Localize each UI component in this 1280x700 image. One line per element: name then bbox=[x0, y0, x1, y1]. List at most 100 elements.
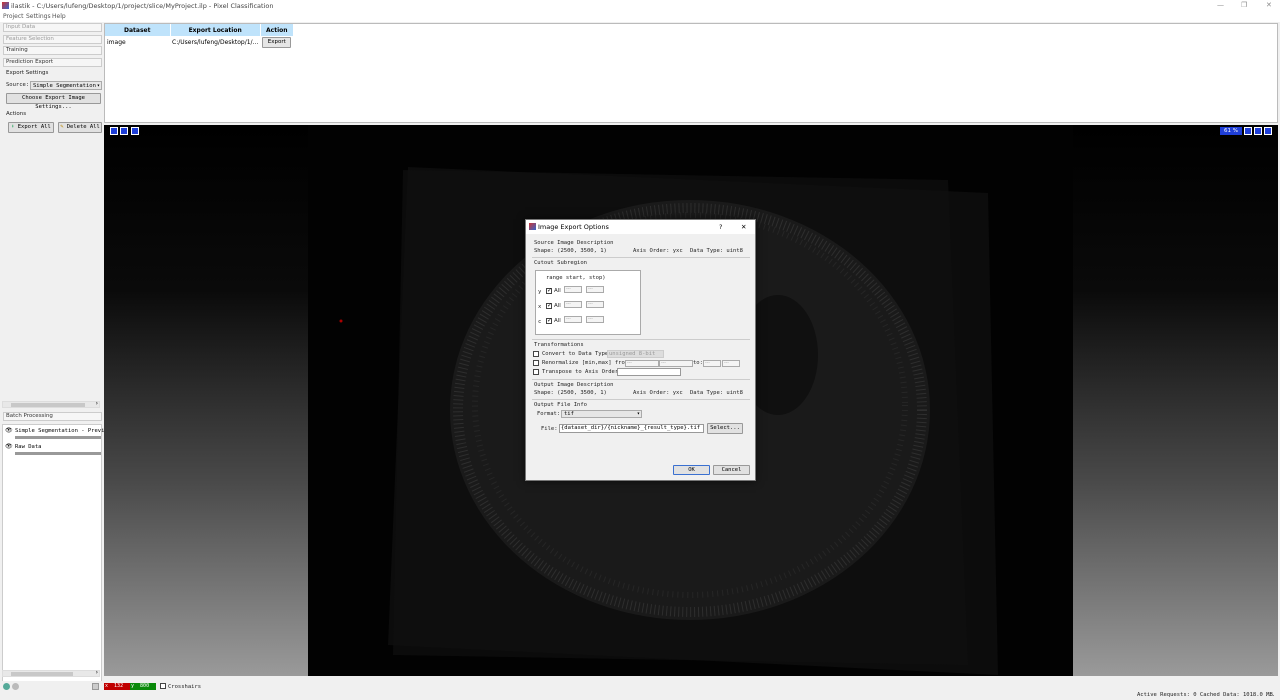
transpose-input[interactable] bbox=[617, 368, 681, 376]
export-all-button[interactable]: ⬇ Export All bbox=[8, 122, 54, 133]
active-requests-text: Active Requests: 0 Cached Data: 1018.0 M… bbox=[1137, 692, 1273, 698]
menu-bar: Project Settings Help bbox=[0, 12, 1280, 22]
all-checkbox-x[interactable] bbox=[546, 302, 552, 309]
column-dataset[interactable]: Dataset bbox=[105, 24, 171, 36]
all-checkbox-c[interactable] bbox=[546, 317, 552, 324]
start-spinbox-y[interactable]: --- bbox=[564, 286, 582, 293]
convert-dtype-dropdown[interactable]: unsigned 8-bit bbox=[607, 350, 664, 358]
applet-batch-processing[interactable]: Batch Processing bbox=[3, 412, 102, 421]
collapse-icon[interactable] bbox=[1264, 127, 1272, 135]
divider bbox=[532, 339, 750, 340]
crosshairs-checkbox[interactable] bbox=[160, 683, 166, 689]
renorm-to-min[interactable]: --- bbox=[703, 360, 721, 367]
help-icon[interactable]: ? bbox=[719, 223, 722, 231]
opacity-bar[interactable] bbox=[15, 436, 101, 439]
source-data-type: Data Type: uint8 bbox=[690, 248, 743, 254]
scroll-thumb[interactable] bbox=[11, 403, 85, 407]
export-button[interactable]: Export bbox=[262, 37, 292, 48]
eye-icon[interactable]: 👁 bbox=[5, 443, 13, 450]
fit-view-icon[interactable] bbox=[1244, 127, 1252, 135]
menu-help[interactable]: Help bbox=[52, 13, 66, 20]
dialog-title: Image Export Options bbox=[538, 223, 609, 231]
eye-icon[interactable]: 👁 bbox=[5, 427, 13, 434]
table-row[interactable]: image C:/Users/lufeng/Desktop/1/... Expo… bbox=[105, 36, 293, 49]
stop-spinbox-x[interactable]: --- bbox=[586, 301, 604, 308]
axis-label: x bbox=[538, 304, 542, 310]
divider bbox=[532, 257, 750, 258]
applet-prediction-export[interactable]: Prediction Export bbox=[3, 58, 102, 67]
source-label: Source: bbox=[6, 82, 30, 88]
actions-heading: Actions bbox=[6, 111, 27, 117]
swap-axes-icon[interactable] bbox=[120, 127, 128, 135]
home-icon[interactable] bbox=[1254, 127, 1262, 135]
transformations-heading: Transformations bbox=[534, 342, 584, 348]
renormalize-checkbox[interactable] bbox=[533, 360, 539, 366]
viewer-mode-icon[interactable] bbox=[92, 683, 99, 690]
output-shape: Shape: (2500, 3500, 1) bbox=[534, 390, 607, 396]
convert-checkbox[interactable] bbox=[533, 351, 539, 357]
ilastik-logo-icon bbox=[2, 2, 9, 9]
all-checkbox-y[interactable] bbox=[546, 287, 552, 294]
choose-export-settings-button[interactable]: Choose Export Image Settings... bbox=[6, 93, 101, 110]
export-table: Dataset Export Location Action image C:/… bbox=[104, 23, 1278, 123]
layer-list: 👁 Simple Segmentation - Preview 👁 Raw Da… bbox=[2, 424, 111, 686]
layer-item[interactable]: 👁 Raw Data bbox=[3, 443, 101, 457]
select-file-button[interactable]: Select... bbox=[707, 423, 743, 434]
status-icon bbox=[12, 683, 19, 690]
y-value: 800 bbox=[140, 683, 150, 689]
delete-all-button[interactable]: ✎ Delete All bbox=[58, 122, 102, 133]
close-window-icon[interactable]: ✕ bbox=[1266, 1, 1272, 9]
export-icon: ⬇ bbox=[11, 124, 15, 130]
column-export-location[interactable]: Export Location bbox=[170, 24, 261, 36]
menu-settings[interactable]: Settings bbox=[26, 13, 51, 20]
maximize-icon[interactable]: ❐ bbox=[1241, 1, 1247, 9]
cutout-heading: Cutout Subregion bbox=[534, 260, 587, 266]
layer-hscrollbar[interactable]: › bbox=[2, 669, 100, 677]
more-icon[interactable]: ... bbox=[1265, 692, 1275, 698]
transpose-label: Transpose to Axis Order: bbox=[542, 369, 622, 375]
transpose-checkbox[interactable] bbox=[533, 369, 539, 375]
scroll-right-icon[interactable]: › bbox=[96, 400, 98, 407]
scroll-thumb[interactable] bbox=[11, 672, 73, 676]
dropdown-arrow-icon: ▾ bbox=[96, 83, 100, 89]
dialog-title-bar: Image Export Options ? ✕ bbox=[526, 220, 755, 234]
status-bar: x 132 y 800 Crosshairs Active Requests: … bbox=[0, 681, 1280, 700]
broom-icon: ✎ bbox=[60, 124, 64, 130]
ok-button[interactable]: OK bbox=[673, 465, 710, 475]
column-action[interactable]: Action bbox=[260, 24, 294, 36]
source-dropdown[interactable]: Simple Segmentation ▾ bbox=[30, 81, 102, 90]
layer-name: Simple Segmentation - Preview bbox=[15, 428, 112, 434]
scroll-up-icon[interactable] bbox=[110, 127, 118, 135]
start-spinbox-c[interactable]: --- bbox=[564, 316, 582, 323]
renormalize-label: Renormalize [min,max] from: bbox=[542, 360, 632, 366]
applet-input-data[interactable]: Input Data bbox=[3, 23, 102, 32]
start-spinbox-x[interactable]: --- bbox=[564, 301, 582, 308]
file-info-heading: Output File Info bbox=[534, 402, 587, 408]
output-data-type: Data Type: uint8 bbox=[690, 390, 743, 396]
applet-feature-selection[interactable]: Feature Selection bbox=[3, 35, 102, 44]
close-icon[interactable]: ✕ bbox=[741, 223, 746, 231]
source-shape: Shape: (2500, 3500, 1) bbox=[534, 248, 607, 254]
stop-spinbox-c[interactable]: --- bbox=[586, 316, 604, 323]
axis-label: y bbox=[538, 289, 542, 295]
stop-spinbox-y[interactable]: --- bbox=[586, 286, 604, 293]
file-path-input[interactable]: {dataset_dir}/{nickname}_{result_type}.t… bbox=[559, 424, 704, 433]
menu-project[interactable]: Project bbox=[3, 13, 24, 20]
title-bar: ilastik - C:/Users/lufeng/Desktop/1/proj… bbox=[0, 0, 1280, 12]
rotate-icon[interactable] bbox=[131, 127, 139, 135]
applet-hscrollbar[interactable]: › bbox=[2, 400, 100, 408]
format-dropdown[interactable]: tif ▾ bbox=[561, 410, 642, 418]
window-title: ilastik - C:/Users/lufeng/Desktop/1/proj… bbox=[11, 2, 274, 10]
opacity-bar[interactable] bbox=[15, 452, 101, 455]
all-label: All bbox=[554, 288, 561, 294]
applet-training[interactable]: Training bbox=[3, 46, 102, 55]
scroll-right-icon[interactable]: › bbox=[96, 669, 98, 676]
file-label: File: bbox=[541, 426, 558, 432]
layer-item[interactable]: 👁 Simple Segmentation - Preview bbox=[3, 427, 111, 441]
renorm-from-min[interactable]: --- bbox=[625, 360, 659, 367]
renorm-from-max[interactable]: --- bbox=[659, 360, 693, 367]
cancel-button[interactable]: Cancel bbox=[713, 465, 750, 475]
renorm-to-max[interactable]: --- bbox=[722, 360, 740, 367]
all-label: All bbox=[554, 303, 561, 309]
minimize-icon[interactable]: — bbox=[1217, 1, 1224, 9]
